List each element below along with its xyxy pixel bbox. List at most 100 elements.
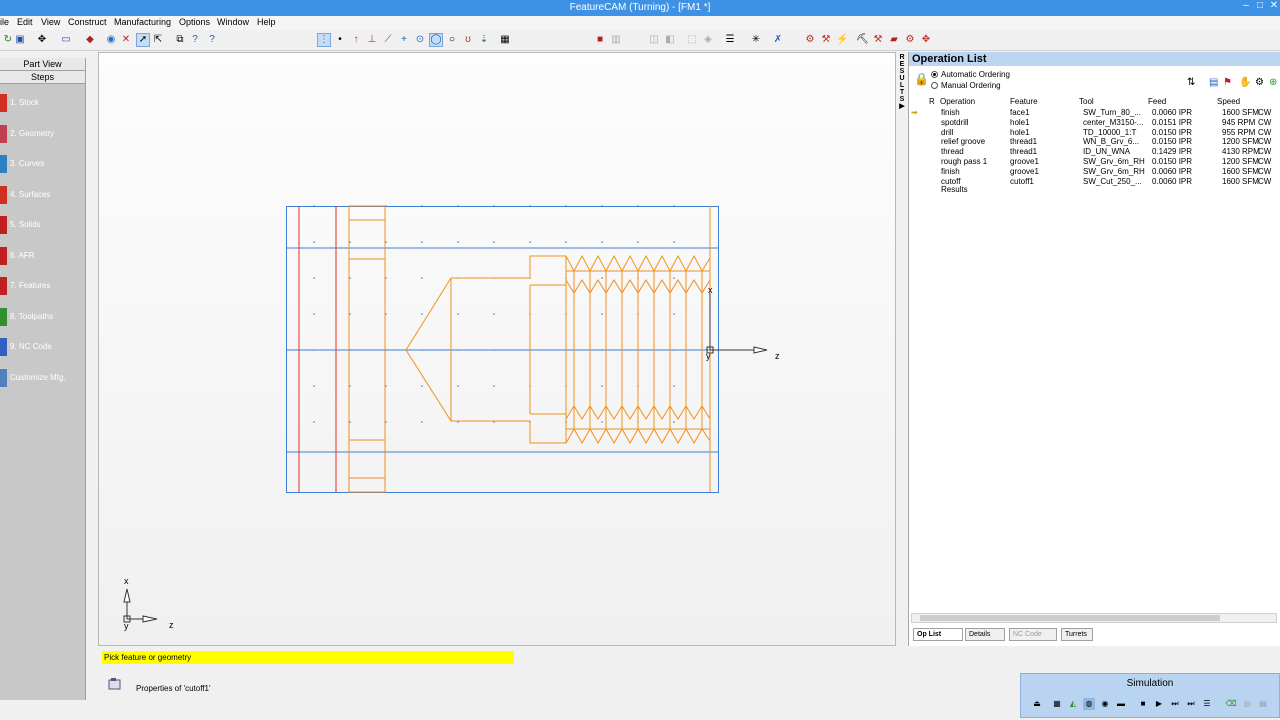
- results-tab[interactable]: R E S U L T S ▶: [897, 54, 907, 110]
- lock-icon[interactable]: 🔒: [914, 72, 929, 86]
- op-list-row[interactable]: ➡ finish face1 SW_Turn_80_... 0.0060 IPR 1600…: [909, 108, 1280, 118]
- stop-icon[interactable]: ■: [1137, 698, 1149, 710]
- menu-file[interactable]: ile: [0, 17, 9, 27]
- col-header-speed[interactable]: Speed: [1217, 97, 1240, 106]
- view-select-icon[interactable]: ▭: [60, 34, 72, 46]
- cross-icon[interactable]: +: [398, 34, 410, 46]
- drill-icon[interactable]: ⚒: [872, 34, 884, 46]
- simulate-icon[interactable]: ⚙: [904, 34, 916, 46]
- menu-construct[interactable]: Construct: [68, 17, 107, 27]
- skip-end-icon[interactable]: ⏭: [1185, 698, 1197, 710]
- tab-nc-code[interactable]: NC Code: [1009, 628, 1057, 641]
- op-wizard-icon[interactable]: ⚑: [1223, 77, 1232, 88]
- compare-icon[interactable]: ◎: [1241, 698, 1253, 710]
- horizontal-scrollbar[interactable]: [911, 613, 1277, 623]
- step-item-2[interactable]: 2. Geometry: [0, 124, 84, 145]
- select-mode-icon[interactable]: ⇱: [152, 34, 164, 46]
- menu-help[interactable]: Help: [257, 17, 276, 27]
- col-header-tool[interactable]: Tool: [1079, 97, 1094, 106]
- eject-icon[interactable]: ⏏: [1031, 698, 1043, 710]
- erase-icon[interactable]: ⌫: [1225, 698, 1237, 710]
- menu-edit[interactable]: Edit: [17, 17, 33, 27]
- col-header-feed[interactable]: Feed: [1148, 97, 1166, 106]
- step-item-4[interactable]: 4. Surfaces: [0, 185, 84, 206]
- snap-icon[interactable]: ✳: [750, 34, 762, 46]
- center-icon[interactable]: ⊙: [414, 34, 426, 46]
- midpoint-icon[interactable]: ʊ: [462, 34, 474, 46]
- tab-op-list[interactable]: Op List: [913, 628, 963, 641]
- refresh-icon[interactable]: ◉: [105, 34, 117, 46]
- pan-icon[interactable]: ✥: [36, 34, 48, 46]
- scrollbar-thumb[interactable]: [920, 615, 1220, 621]
- graphics-viewport[interactable]: x y z x y z: [98, 52, 896, 646]
- tab-details[interactable]: Details: [965, 628, 1005, 641]
- vertical-line-icon[interactable]: ↑: [350, 34, 362, 46]
- toolpath-icon[interactable]: ⚒: [820, 34, 832, 46]
- view-side-icon[interactable]: ◈: [702, 34, 714, 46]
- menu-view[interactable]: View: [41, 17, 60, 27]
- point-icon[interactable]: •: [334, 34, 346, 46]
- centerline-sim-icon[interactable]: ◍: [1083, 698, 1095, 710]
- grid-icon[interactable]: ▦: [499, 34, 511, 46]
- ncgen-icon[interactable]: ▰: [888, 34, 900, 46]
- results-row[interactable]: Results: [941, 185, 968, 194]
- save-icon[interactable]: ▣: [14, 34, 26, 46]
- col-header-feature[interactable]: Feature: [1010, 97, 1038, 106]
- close-button[interactable]: ✕: [1264, 0, 1280, 16]
- col-header-r[interactable]: R: [929, 97, 935, 106]
- op-list-row[interactable]: rough pass 1 groove1 SW_Grv_6m_RH 0.0150 IP…: [909, 157, 1280, 167]
- step-item-3[interactable]: 3. Curves: [0, 155, 84, 175]
- menu-options[interactable]: Options: [179, 17, 210, 27]
- whats-this-icon[interactable]: ?: [189, 34, 201, 46]
- report-icon[interactable]: ▤: [1257, 698, 1269, 710]
- view-iso-icon[interactable]: ◫: [648, 34, 660, 46]
- add-op-icon[interactable]: ⊕: [1269, 77, 1277, 88]
- circle-icon[interactable]: ○: [446, 34, 458, 46]
- list-icon[interactable]: ☰: [724, 34, 736, 46]
- step-item-6[interactable]: 6. AFR: [0, 246, 84, 267]
- view-top-icon[interactable]: ◧: [664, 34, 676, 46]
- steps-tab[interactable]: Steps: [0, 71, 85, 84]
- wizard-icon[interactable]: ⚡: [836, 34, 848, 46]
- step-item-10[interactable]: Customize Mfg.: [0, 368, 84, 389]
- delete-icon[interactable]: ✕: [120, 34, 132, 46]
- tab-turrets[interactable]: Turrets: [1061, 628, 1093, 641]
- step-forward-icon[interactable]: ⏭: [1169, 698, 1181, 710]
- color-icon[interactable]: ◆: [84, 34, 96, 46]
- part-view-tab[interactable]: Part View: [0, 58, 85, 71]
- op-list-row[interactable]: thread thread1 ID_UN_WNA 0.1429 IPR 4130 RPM…: [909, 147, 1280, 157]
- intersect-icon[interactable]: ⇣: [478, 34, 490, 46]
- op-list-row[interactable]: drill hole1 TD_10000_1:T 0.0150 IPR 955 RPM C…: [909, 128, 1280, 138]
- step-item-5[interactable]: 5. Solids: [0, 216, 84, 236]
- select-pointer-icon[interactable]: ➚: [136, 33, 150, 47]
- play-icon[interactable]: ▶: [1153, 698, 1165, 710]
- 3d-sim-icon[interactable]: ◭: [1067, 698, 1079, 710]
- open-icon[interactable]: ↻: [2, 34, 14, 46]
- col-header-operation[interactable]: Operation: [940, 97, 975, 106]
- step-item-9[interactable]: 9. NC Code: [0, 338, 84, 358]
- stock-view-icon[interactable]: ▦: [1051, 698, 1063, 710]
- sort-icon[interactable]: ⇅: [1187, 77, 1195, 88]
- settings-icon[interactable]: ⚙: [1255, 77, 1264, 88]
- menu-manufacturing[interactable]: Manufacturing: [114, 17, 171, 27]
- help-icon[interactable]: ?: [206, 34, 218, 46]
- new-op-icon[interactable]: ▤: [1209, 77, 1218, 88]
- mill-icon[interactable]: ⛏: [856, 34, 869, 46]
- options-icon[interactable]: ✥: [920, 34, 932, 46]
- view-front-icon[interactable]: ⬚: [686, 34, 698, 46]
- op-list-row[interactable]: spotdrill hole1 center_M3150-... 0.0151 IPR…: [909, 118, 1280, 128]
- line-icon[interactable]: ⟋: [382, 34, 394, 46]
- show-tool-icon[interactable]: ▬: [1115, 698, 1127, 710]
- properties-icon[interactable]: [108, 678, 122, 690]
- op-list-row[interactable]: finish groove1 SW_Grv_6m_RH 0.0060 IPR 1600 …: [909, 167, 1280, 177]
- copy-icon[interactable]: ⧉: [174, 34, 186, 46]
- manual-ordering-radio[interactable]: [931, 82, 938, 89]
- stock-icon[interactable]: ■: [594, 34, 606, 46]
- step-item-8[interactable]: 8. Toolpaths: [0, 307, 84, 328]
- grid-snap-icon[interactable]: ⋮: [317, 33, 331, 47]
- tool-sim-icon[interactable]: ◉: [1099, 698, 1111, 710]
- op-list-row[interactable]: relief groove thread1 WN_B_Grv_6... 0.0150 …: [909, 137, 1280, 147]
- measure-icon[interactable]: ✗: [772, 34, 784, 46]
- tool-icon[interactable]: ⚙: [804, 34, 816, 46]
- shade-icon[interactable]: ▥: [610, 34, 622, 46]
